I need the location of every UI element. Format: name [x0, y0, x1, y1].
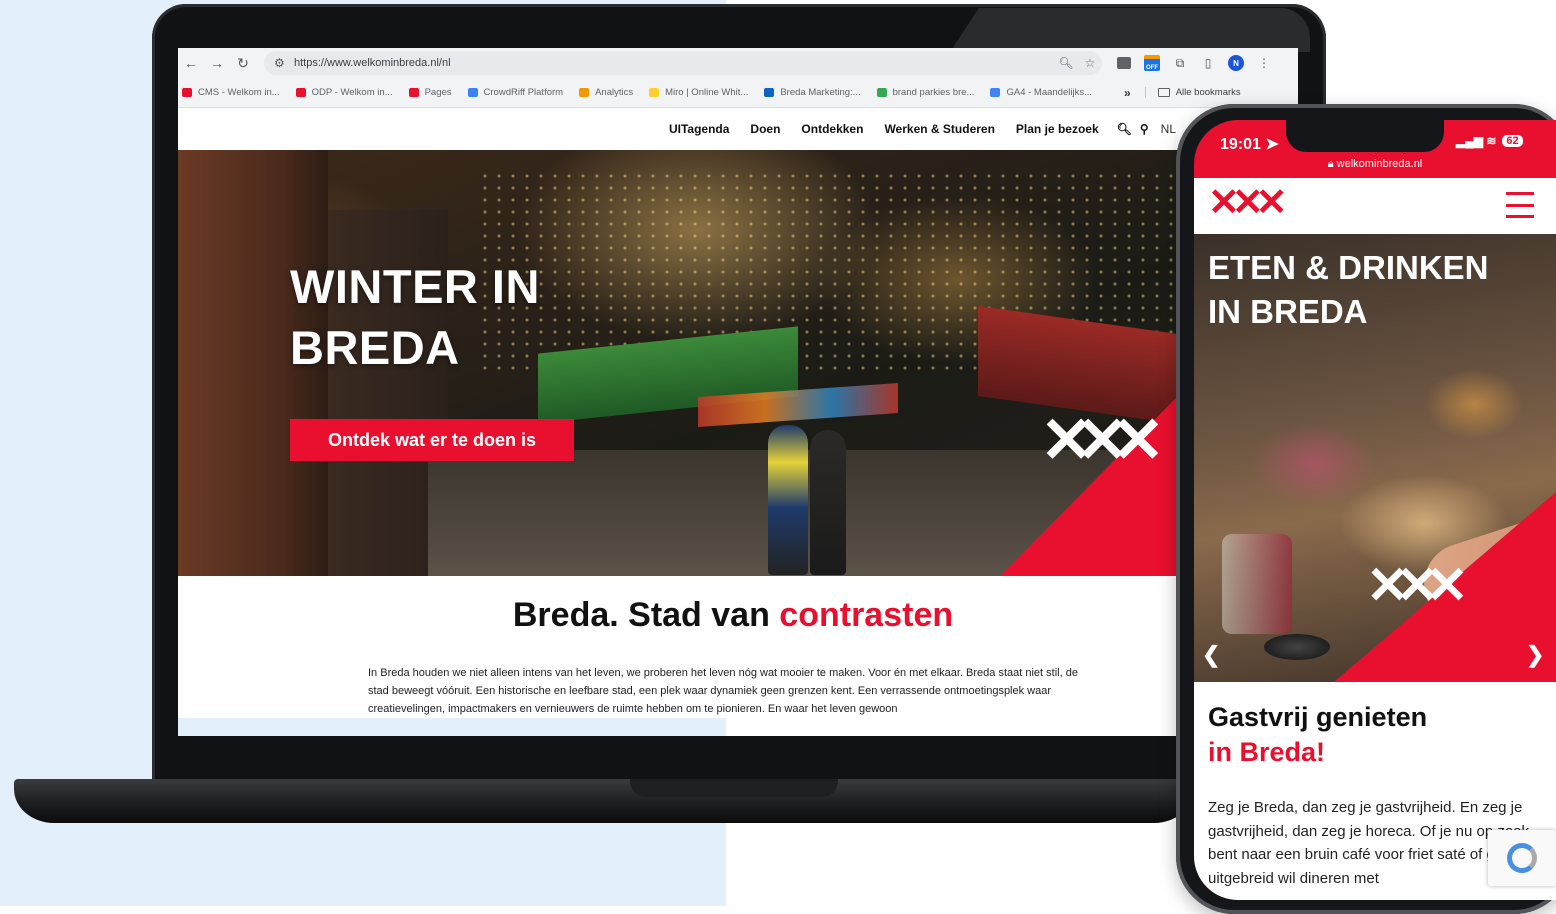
- bookmark-favicon: [467, 88, 478, 97]
- laptop-glare: [950, 8, 1310, 52]
- breda-crosses-logo-icon[interactable]: ✕✕✕: [1208, 184, 1287, 222]
- bookmark-favicon: [990, 88, 1001, 97]
- site-navigation: UITagenda Doen Ontdekken Werken & Studer…: [178, 108, 1298, 150]
- extension-icon[interactable]: [1110, 53, 1138, 73]
- phone-hero: ETEN & DRINKEN IN BREDA ✕✕✕ ❮ ❯: [1194, 234, 1556, 682]
- recaptcha-badge[interactable]: [1488, 830, 1556, 886]
- bookmark-item[interactable]: Miro | Online Whit...: [649, 87, 748, 98]
- phone-status-bar: 19:01 ➤ ▂▄▆ ≋ 62 🔒︎ welkominbreda.nl: [1194, 120, 1556, 178]
- hero-image-person: [810, 430, 846, 575]
- all-bookmarks-folder[interactable]: Alle bookmarks: [1144, 87, 1241, 98]
- breda-crosses-logo-icon: ✕✕✕: [1366, 557, 1469, 615]
- phone-heading: Gastvrij genieten: [1208, 702, 1428, 732]
- bookmarks-bar: CMS - Welkom in... ODP - Welkom in... Pa…: [178, 78, 1298, 108]
- browser-toolbar: ← → ↻ ⚙ https://www.welkominbreda.nl/nl …: [178, 48, 1298, 78]
- wifi-icon: ≋: [1486, 134, 1497, 148]
- sidepanel-icon[interactable]: ▯: [1194, 53, 1222, 73]
- reload-icon[interactable]: ↻: [230, 51, 256, 75]
- bookmark-item[interactable]: GA4 - Maandelijks...: [990, 87, 1092, 98]
- hero-title: WINTER IN BREDA: [290, 260, 540, 374]
- address-bar-url[interactable]: https://www.welkominbreda.nl/nl: [294, 57, 1054, 69]
- content-body: In Breda houden we niet alleen intens va…: [368, 667, 1078, 715]
- menu-dots-icon[interactable]: ⋮: [1250, 53, 1278, 73]
- bookmark-star-icon[interactable]: ☆: [1078, 56, 1102, 70]
- location-pin-icon[interactable]: ⚲: [1140, 122, 1149, 136]
- status-icons: ▂▄▆ ≋ 62: [1456, 134, 1523, 148]
- bookmark-item[interactable]: brand parkies bre...: [876, 87, 974, 98]
- nav-doen[interactable]: Doen: [750, 122, 780, 136]
- bookmark-item[interactable]: Pages: [408, 87, 452, 98]
- bookmark-item[interactable]: CrowdRiff Platform: [467, 87, 563, 98]
- phone-url[interactable]: 🔒︎ welkominbreda.nl: [1194, 158, 1556, 171]
- language-switch[interactable]: NL: [1161, 122, 1176, 136]
- bookmark-favicon: [876, 88, 887, 97]
- hero-image-lid: [1264, 634, 1330, 660]
- bookmark-favicon: [764, 88, 775, 97]
- profile-avatar[interactable]: N: [1222, 53, 1250, 73]
- bookmark-favicon: [408, 88, 419, 97]
- nav-werken-studeren[interactable]: Werken & Studeren: [884, 122, 994, 136]
- puzzle-icon[interactable]: ⧉: [1166, 53, 1194, 73]
- bookmark-favicon: [649, 88, 660, 97]
- bookmark-item[interactable]: ODP - Welkom in...: [295, 87, 393, 98]
- extension-off-icon[interactable]: OFF: [1138, 53, 1166, 73]
- nav-uitagenda[interactable]: UITagenda: [669, 122, 729, 136]
- status-time: 19:01 ➤: [1220, 136, 1279, 153]
- content-title: Breda. Stad van contrasten: [512, 596, 954, 634]
- phone-screen: 19:01 ➤ ▂▄▆ ≋ 62 🔒︎ welkominbreda.nl ✕✕✕ …: [1194, 120, 1556, 900]
- back-arrow-icon[interactable]: ←: [178, 51, 204, 75]
- phone-heading-accent: in Breda!: [1208, 737, 1326, 767]
- carousel-prev-icon[interactable]: ❮: [1202, 642, 1220, 668]
- recaptcha-icon: [1507, 843, 1537, 873]
- bookmark-favicon: [295, 88, 306, 97]
- zoom-icon[interactable]: 🔍︎: [1054, 56, 1078, 70]
- laptop-screen: ← → ↻ ⚙ https://www.welkominbreda.nl/nl …: [178, 48, 1298, 736]
- hero-cta-button[interactable]: Ontdek wat er te doen is: [290, 419, 574, 461]
- site-settings-icon[interactable]: ⚙: [274, 56, 294, 70]
- forward-arrow-icon[interactable]: →: [204, 51, 230, 75]
- phone-hero-title: ETEN & DRINKEN IN BREDA: [1208, 249, 1489, 330]
- bookmark-item[interactable]: Analytics: [579, 87, 633, 98]
- bookmarks-more-chevron[interactable]: »: [1124, 86, 1131, 100]
- laptop-base: [14, 779, 1194, 823]
- phone-content: Gastvrij genieten in Breda! Zeg je Breda…: [1194, 682, 1556, 900]
- phone-site-header: ✕✕✕: [1194, 178, 1556, 234]
- battery-icon: 62: [1502, 135, 1523, 147]
- hero-image-person: [768, 425, 808, 575]
- bookmark-favicon: [182, 88, 192, 97]
- hero-image-jar: [1222, 534, 1292, 634]
- bookmark-item[interactable]: Breda Marketing:...: [764, 87, 861, 98]
- background-overlap: [178, 718, 726, 736]
- bookmark-item[interactable]: CMS - Welkom in...: [182, 87, 280, 98]
- phone-notch: [1286, 120, 1444, 152]
- search-icon[interactable]: 🔍︎: [1117, 122, 1132, 136]
- nav-ontdekken[interactable]: Ontdekken: [801, 122, 863, 136]
- breda-crosses-logo-icon: ✕✕✕: [1040, 404, 1165, 476]
- hero-banner: WINTER IN BREDA Ontdek wat er te doen is…: [178, 150, 1178, 576]
- laptop-notch: [630, 779, 838, 797]
- hamburger-menu-icon[interactable]: [1506, 192, 1534, 218]
- folder-icon: [1157, 88, 1170, 97]
- nav-plan-je-bezoek[interactable]: Plan je bezoek: [1016, 122, 1099, 136]
- carousel-next-icon[interactable]: ❯: [1526, 642, 1544, 668]
- bookmark-favicon: [579, 88, 590, 97]
- address-bar[interactable]: ⚙ https://www.welkominbreda.nl/nl 🔍︎ ☆: [264, 51, 1102, 75]
- signal-icon: ▂▄▆: [1456, 134, 1483, 148]
